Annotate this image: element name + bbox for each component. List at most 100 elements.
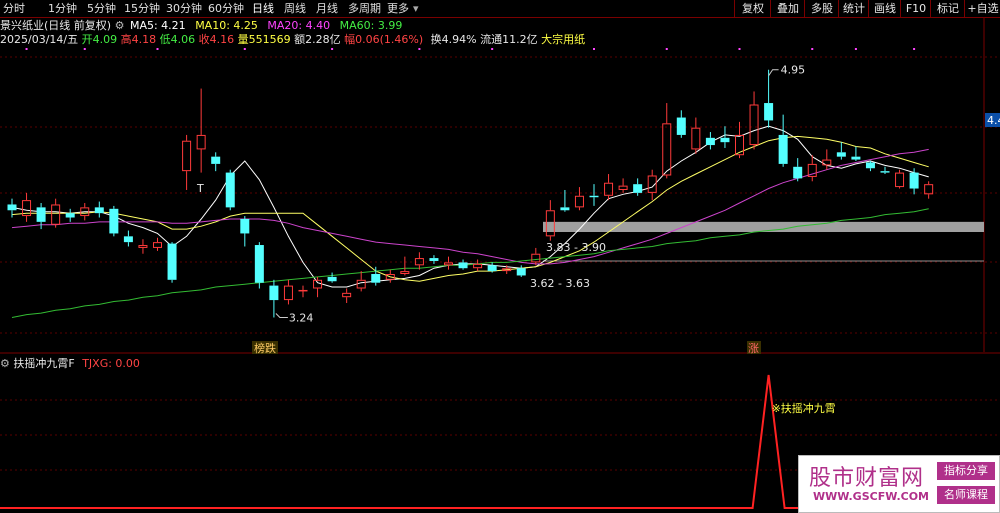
candle [604,174,614,201]
candle [269,279,279,318]
candle [822,149,832,170]
candle-body [865,162,875,169]
candle [65,208,75,222]
candle-body [574,195,584,208]
candle [211,152,221,172]
watermark-tag-course: 名师课程 [937,486,995,504]
candle [167,242,177,283]
candle-body [51,204,61,225]
support-band [543,221,984,232]
candle-body [589,195,599,198]
watermark-logo: 股市财富网 WWW.GSCFW.COM 指标分享 名师课程 [798,455,1000,513]
candle-body [94,207,104,214]
candle [473,259,483,272]
candle [109,205,119,237]
low-pointer [275,313,288,318]
candle [545,200,555,241]
candle [705,132,715,150]
signal-dot [83,48,86,50]
candle [807,155,817,182]
candle [836,142,846,160]
candle [182,134,192,190]
candle [123,230,133,247]
t-marker: T [196,182,204,195]
candle [749,91,759,150]
candle [851,146,861,162]
candle-body [909,172,919,189]
candle [764,69,774,128]
candle [138,239,148,254]
support-zone [543,221,984,262]
candle [720,126,730,148]
candle [254,242,264,289]
candle [924,181,934,199]
indicator-header: ⚙ 扶摇冲九霄F TJXG: 0.00 [0,356,140,372]
candle-body [240,218,250,234]
candle [458,259,468,270]
candle-body [327,276,337,282]
candle [793,158,803,182]
candle [298,285,308,298]
candle [429,255,439,264]
price-tag: 4.4 [987,114,1000,127]
candle-body [109,208,119,234]
high-price-label: 4.95 [781,64,806,77]
candle-body [749,104,759,146]
candle-body [676,117,686,135]
candle-body [429,258,439,261]
candle-body [138,245,148,248]
candle [313,276,323,298]
candle [865,161,875,172]
watermark-name: 股市财富网 [809,466,925,491]
signal-dot [243,48,246,50]
candle-body [123,236,133,243]
candle-body [662,123,672,176]
candle [356,271,366,292]
candles [7,69,934,318]
candle-body [371,274,381,283]
badge-down: 榜跌 [254,341,276,355]
candle [487,262,497,273]
watermark-url: WWW.GSCFW.COM [813,490,930,503]
candle [240,216,250,247]
zone-upper-label: 3.83 - 3.90 [546,241,606,254]
candle [531,247,541,266]
candle [647,169,657,201]
low-price-label: 3.24 [289,311,314,324]
candle [691,117,701,154]
candle [400,256,410,276]
candle-body [225,172,235,208]
signal-dot [491,48,494,50]
candle-body [705,137,715,146]
candle [414,252,424,270]
candle [283,279,293,305]
candle-body [487,265,497,272]
candle-body [269,285,279,301]
candle-body [458,262,468,269]
candle [444,256,453,270]
candle [895,169,905,189]
candle-body [182,140,192,172]
indicator-settings-icon[interactable]: ⚙ [0,357,10,370]
signal-dot [811,48,814,50]
candle-body [618,185,628,190]
ma-lines [11,125,929,318]
candle-body [778,134,788,164]
candle [371,266,381,286]
candle-body [400,271,410,275]
candle-body [531,253,541,263]
candle-body [298,289,308,292]
candle [880,166,890,175]
candle-body [167,243,177,280]
ma-line-ma10 [11,135,929,282]
candle-body [444,262,453,266]
candle [225,169,235,211]
ma-line-ma5 [11,125,929,288]
signal-dot [665,48,668,50]
indicator-name[interactable]: 扶摇冲九霄F [13,357,74,370]
candle-body [720,137,730,143]
candle [574,187,584,211]
candle-body [924,184,934,195]
kline-chart[interactable]: 4.95 3.24 3.83 - 3.90 3.62 - 3.63 T 4.4 榜跌 涨 ※扶… [0,0,1000,512]
candle-body [560,207,570,211]
